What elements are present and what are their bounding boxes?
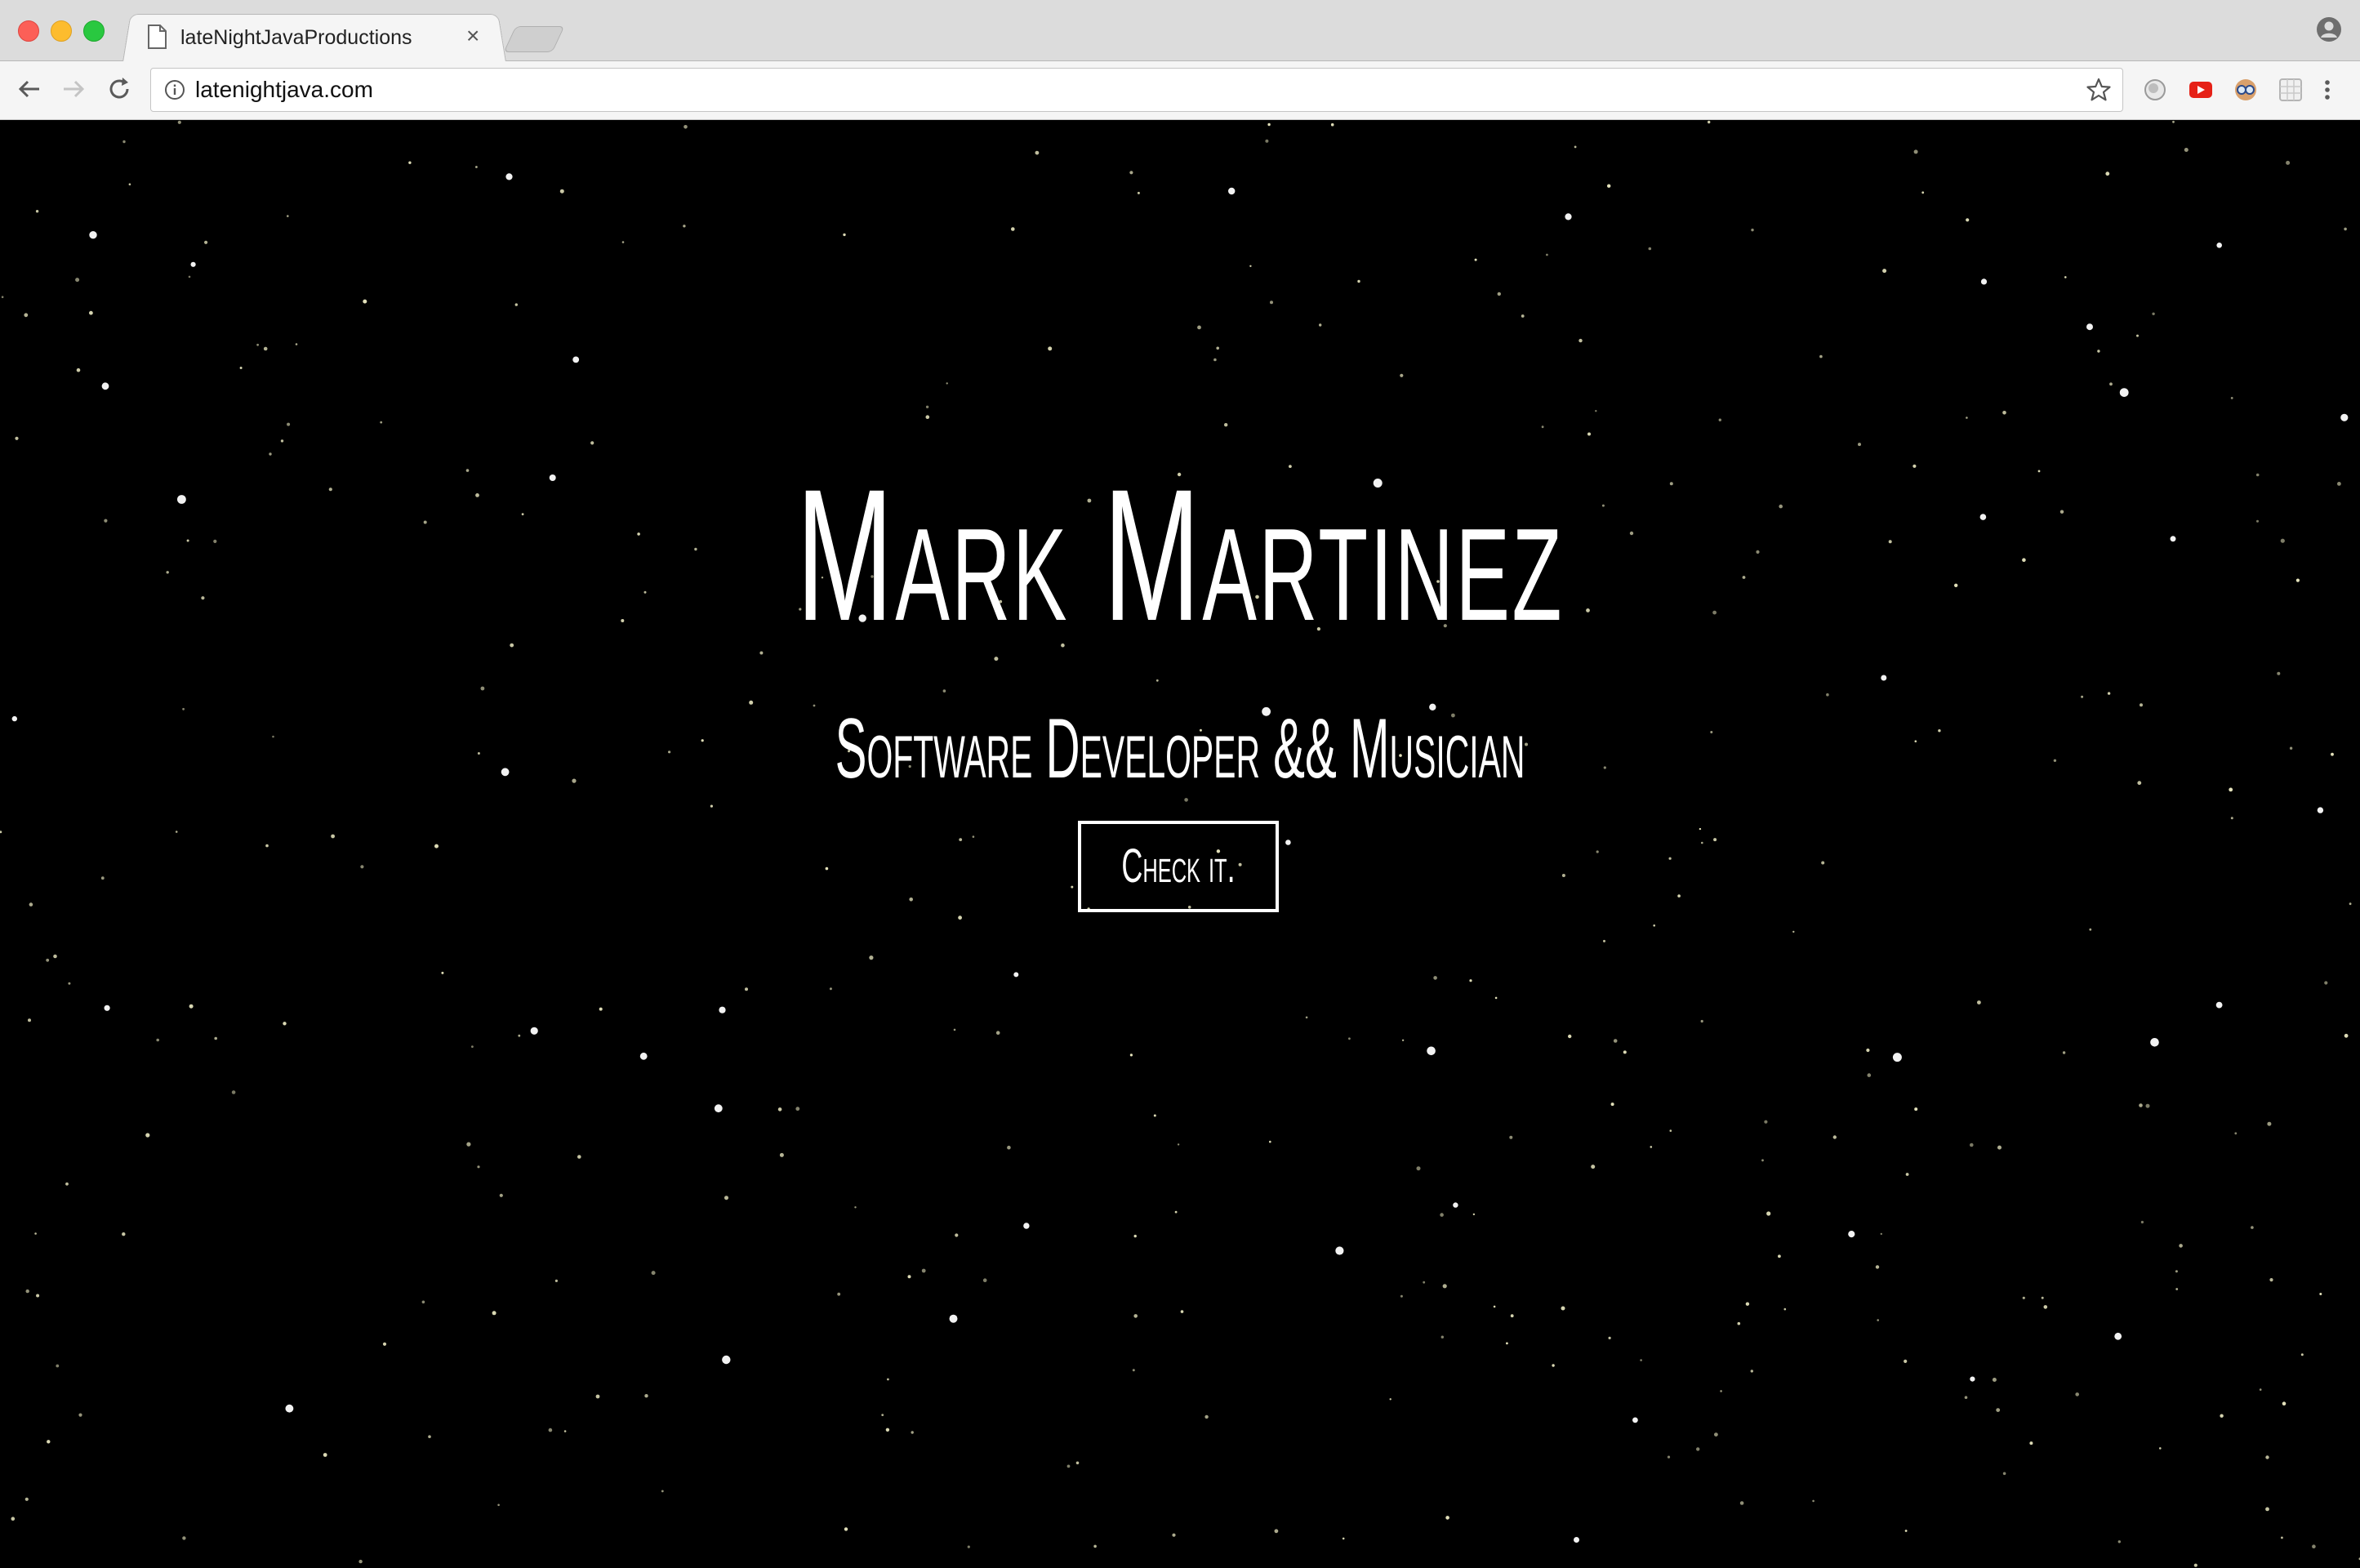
minimize-window-button[interactable] (51, 20, 72, 42)
forward-arrow-icon[interactable] (59, 74, 88, 104)
glasses-extension-icon[interactable] (2233, 78, 2258, 102)
reload-icon[interactable] (105, 74, 134, 104)
back-arrow-icon[interactable] (15, 74, 44, 104)
maximize-window-button[interactable] (83, 20, 105, 42)
check-it-button[interactable]: Check it. (1078, 821, 1279, 912)
hero-section: Mark Martinez Software Developer && Musi… (0, 120, 2360, 1568)
page-icon (148, 24, 167, 49)
hero-name: Mark Martinez (796, 450, 1564, 660)
kebab-menu-icon[interactable] (2319, 78, 2336, 102)
youtube-extension-icon[interactable] (2189, 78, 2213, 102)
new-tab-button[interactable] (503, 26, 565, 52)
tab-strip: lateNightJavaProductions × (0, 0, 2360, 62)
tab-close-button[interactable]: × (466, 24, 479, 47)
page-content: Mark Martinez Software Developer && Musi… (0, 120, 2360, 1568)
hero-subtitle: Software Developer && Musician (835, 702, 1525, 796)
grid-extension-icon[interactable] (2278, 78, 2303, 102)
address-bar[interactable]: latenightjava.com (150, 68, 2123, 112)
check-it-button-label: Check it. (1121, 840, 1236, 893)
star-icon[interactable] (2086, 78, 2111, 102)
info-icon[interactable] (164, 79, 185, 100)
profile-icon[interactable] (2316, 16, 2342, 42)
browser-toolbar: latenightjava.com (0, 61, 2360, 120)
url-text[interactable]: latenightjava.com (195, 77, 373, 103)
close-window-button[interactable] (18, 20, 39, 42)
tab-title: lateNightJavaProductions (180, 26, 412, 49)
circle-extension-icon[interactable] (2143, 78, 2167, 102)
active-tab-content[interactable]: lateNightJavaProductions × (143, 15, 502, 60)
browser-window: lateNightJavaProductions × latenightjava… (0, 0, 2360, 1568)
